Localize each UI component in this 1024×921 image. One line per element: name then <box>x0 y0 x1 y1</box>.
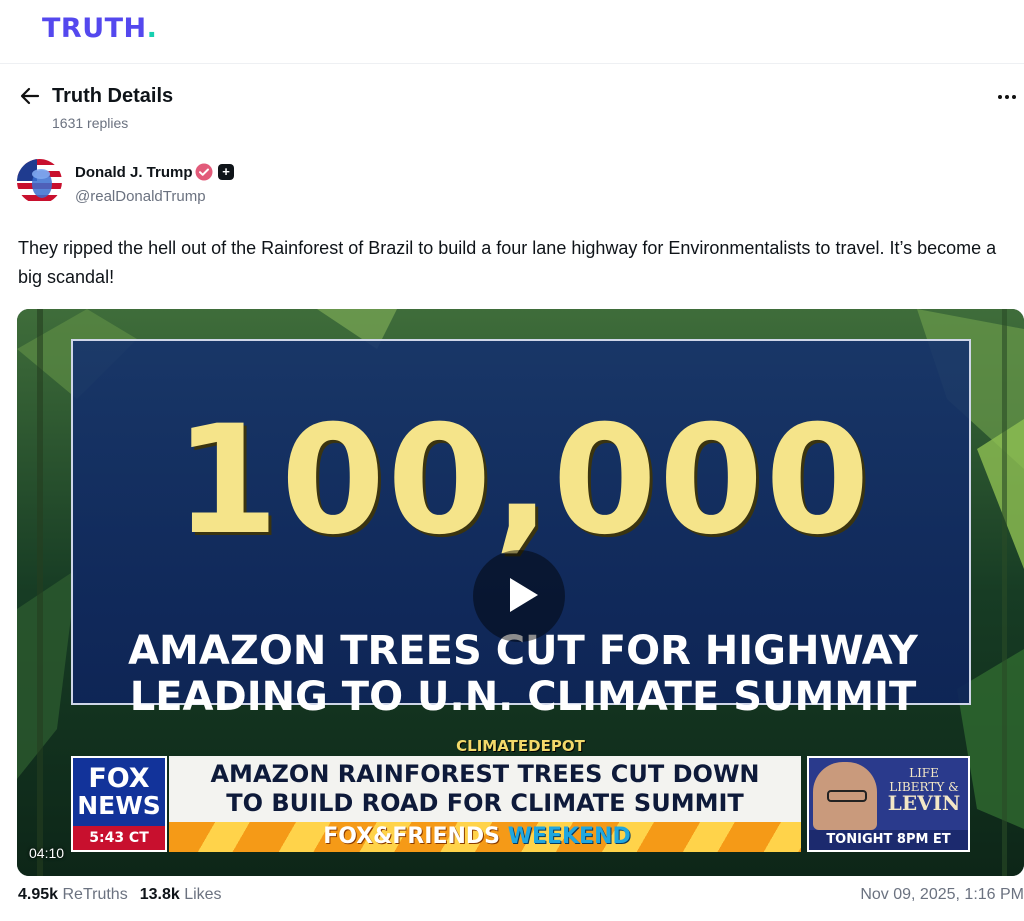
page-title: Truth Details <box>52 85 174 107</box>
promo-time: TONIGHT 8PM ET <box>809 830 968 850</box>
avatar-image <box>17 159 62 204</box>
promo-line-2: LEVIN <box>887 791 961 815</box>
show-ticker: FOX&FRIENDS WEEKEND <box>169 822 801 852</box>
top-bar: TRUTH. <box>0 0 1024 64</box>
retruths-label: ReTruths <box>62 886 128 903</box>
video-headline-line-2: LEADING TO U.N. CLIMATE SUMMIT <box>129 674 917 720</box>
page-header: Truth Details 1631 replies <box>0 64 1024 144</box>
lower-third-line-1: AMAZON RAINFOREST TREES CUT DOWN <box>210 760 760 788</box>
source-tag: CLIMATEDEPOT <box>456 737 585 755</box>
more-horizontal-icon <box>998 95 1002 99</box>
promo-box: LIFE LIBERTY & LEVIN TONIGHT 8PM ET <box>807 756 970 852</box>
lower-third: AMAZON RAINFOREST TREES CUT DOWN TO BUIL… <box>169 756 801 822</box>
promo-line-1: LIFE LIBERTY & <box>889 766 959 794</box>
replies-count: 1631 replies <box>52 115 129 131</box>
likes-label: Likes <box>184 886 222 903</box>
likes-stat[interactable]: 13.8k Likes <box>140 886 222 903</box>
play-button-icon[interactable] <box>473 550 565 642</box>
truth-logo[interactable]: TRUTH. <box>42 13 157 44</box>
broadcast-clock: 5:43 CT <box>73 826 165 850</box>
likes-count: 13.8k <box>139 886 180 903</box>
post-timestamp: Nov 09, 2025, 1:16 PM <box>860 886 1024 903</box>
post-text: They ripped the hell out of the Rainfore… <box>18 238 997 287</box>
author-name[interactable]: Donald J. Trump <box>75 164 193 181</box>
network-name-1: FOX <box>88 763 150 794</box>
verified-badge-icon <box>195 163 213 181</box>
post-author: Donald J. Trump + @realDonaldTrump <box>17 158 717 208</box>
headline-graphic: 100,000 AMAZON TREES CUT FOR HIGHWAY LEA… <box>71 339 971 719</box>
host-portrait <box>813 762 877 830</box>
avatar[interactable] <box>17 159 62 204</box>
post-stats: 4.95k ReTruths 13.8k Likes <box>18 886 222 904</box>
arrow-left-icon <box>20 87 40 105</box>
fox-news-logo: FOX NEWS 5:43 CT <box>71 756 167 852</box>
plus-badge-icon: + <box>218 164 234 180</box>
show-name: FOX&FRIENDS WEEKEND <box>323 824 631 849</box>
back-button[interactable] <box>18 84 42 108</box>
more-options-button[interactable] <box>994 88 1020 106</box>
retruths-count: 4.95k <box>18 886 59 903</box>
network-name-2: NEWS <box>77 791 161 820</box>
author-handle[interactable]: @realDonaldTrump <box>75 188 206 205</box>
retruths-stat[interactable]: 4.95k ReTruths <box>18 886 128 903</box>
big-number: 100,000 <box>174 394 872 568</box>
video-duration: 04:10 <box>29 845 65 861</box>
video-player[interactable]: 100,000 AMAZON TREES CUT FOR HIGHWAY LEA… <box>17 309 1024 876</box>
lower-third-line-2: TO BUILD ROAD FOR CLIMATE SUMMIT <box>226 789 744 817</box>
